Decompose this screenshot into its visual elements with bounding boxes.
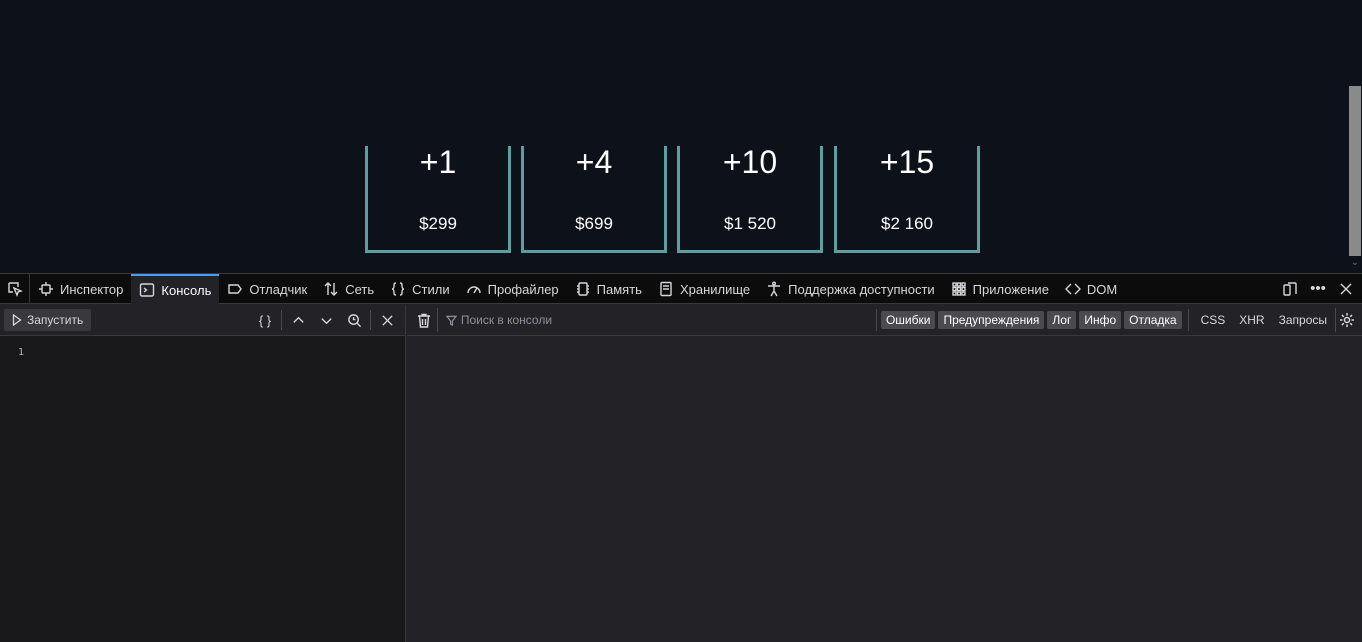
filter-requests[interactable]: Запросы: [1273, 313, 1333, 327]
extra-filters: CSS XHR Запросы: [1187, 309, 1333, 331]
filter-xhr[interactable]: XHR: [1233, 313, 1270, 327]
history-search-icon: [347, 313, 361, 327]
accessibility-icon: [768, 281, 781, 297]
history-next-button[interactable]: [312, 308, 340, 332]
card-amount: +15: [879, 144, 935, 180]
application-icon: [951, 282, 966, 296]
element-picker-button[interactable]: [0, 274, 30, 304]
pretty-print-button[interactable]: { }: [251, 308, 279, 332]
inspector-icon: [39, 282, 53, 296]
toolbar-right-actions: •••: [1278, 274, 1362, 303]
tab-label: Хранилище: [679, 281, 751, 297]
tab-label: Поддержка доступности: [788, 281, 935, 297]
filter-errors[interactable]: Ошибки: [880, 311, 936, 329]
pretty-print-icon: { }: [258, 312, 272, 328]
chevron-down-icon: [320, 317, 332, 324]
run-button[interactable]: Запустить: [4, 309, 92, 331]
tab-profiler[interactable]: Профайлер: [458, 274, 567, 304]
more-options-button[interactable]: •••: [1306, 277, 1330, 301]
more-options-icon: •••: [1310, 280, 1326, 297]
profiler-icon: [466, 286, 481, 294]
tab-dom[interactable]: DOM: [1057, 274, 1125, 304]
tab-style-editor[interactable]: Стили: [382, 274, 457, 304]
tab-label: Инспектор: [60, 281, 124, 297]
responsive-design-button[interactable]: [1278, 277, 1302, 301]
package-card-1[interactable]: +1 $299: [365, 146, 511, 253]
page-viewport: +1 $299 +4 $699 +10 $1 520 +15 $2 160 ⌄: [0, 0, 1362, 273]
filter-input[interactable]: [460, 313, 861, 327]
close-icon: [1340, 283, 1352, 294]
filter-info[interactable]: Инфо: [1079, 311, 1122, 329]
tab-label: DOM: [1086, 281, 1118, 297]
dom-icon: [1064, 283, 1081, 295]
card-amount: +1: [419, 144, 457, 180]
tab-label: Приложение: [972, 281, 1049, 297]
tab-label: Память: [596, 281, 642, 297]
page-scrollbar[interactable]: ⌄: [1348, 0, 1362, 273]
devtools-panel: Инспектор Консоль Отладчик Сеть Стили Пр…: [0, 273, 1362, 642]
trash-icon: [417, 313, 430, 328]
element-picker-icon: [7, 282, 23, 297]
card-price: $1 520: [724, 214, 776, 233]
reverse-search-button[interactable]: [340, 308, 368, 332]
tab-memory[interactable]: Память: [567, 274, 650, 304]
close-icon: [381, 314, 393, 326]
package-card-3[interactable]: +10 $1 520: [677, 146, 823, 253]
divider: [281, 310, 282, 330]
console-editor[interactable]: Запустить { } 1: [0, 305, 406, 642]
tab-label: Отладчик: [249, 281, 308, 297]
tab-console[interactable]: Консоль: [131, 274, 220, 304]
scrollbar-thumb[interactable]: [1349, 86, 1361, 256]
console-icon: [140, 283, 155, 297]
tab-label: Профайлер: [487, 281, 559, 297]
close-editor-button[interactable]: [373, 308, 401, 332]
card-amount: +10: [722, 144, 778, 180]
filter-icon: [445, 315, 457, 326]
card-amount: +4: [575, 144, 613, 180]
tab-storage[interactable]: Хранилище: [650, 274, 758, 304]
tab-network[interactable]: Сеть: [315, 274, 382, 304]
filter-warnings[interactable]: Предупреждения: [938, 311, 1045, 329]
console-settings-button[interactable]: [1335, 308, 1358, 332]
tab-label: Консоль: [161, 282, 212, 298]
card-price: $299: [419, 214, 457, 233]
package-card-4[interactable]: +15 $2 160: [834, 146, 980, 253]
style-editor-icon: [392, 282, 405, 296]
tab-inspector[interactable]: Инспектор: [30, 274, 131, 304]
filter-css[interactable]: CSS: [1195, 313, 1232, 327]
filter-debug[interactable]: Отладка: [1124, 311, 1182, 329]
chevron-up-icon: [292, 316, 304, 323]
network-icon: [324, 282, 338, 296]
log-level-filters: Ошибки Предупреждения Лог Инфо Отладка: [875, 309, 1182, 331]
tab-accessibility[interactable]: Поддержка доступности: [758, 274, 943, 304]
tab-application[interactable]: Приложение: [943, 274, 1057, 304]
filter-box: [445, 313, 876, 327]
line-number: 1: [18, 347, 25, 358]
clear-console-button[interactable]: [411, 308, 438, 332]
history-previous-button[interactable]: [284, 308, 312, 332]
gear-icon: [1340, 313, 1354, 327]
tab-debugger[interactable]: Отладчик: [219, 274, 315, 304]
editor-toolbar: Запустить { }: [0, 305, 405, 336]
tab-label: Стили: [412, 281, 450, 297]
responsive-design-icon: [1283, 281, 1297, 296]
console-output: Ошибки Предупреждения Лог Инфо Отладка C…: [407, 305, 1362, 642]
tab-label: Сеть: [345, 281, 375, 297]
scroll-down-arrow-icon[interactable]: ⌄: [1349, 257, 1361, 269]
card-price: $699: [575, 214, 613, 233]
output-toolbar: Ошибки Предупреждения Лог Инфо Отладка C…: [407, 305, 1362, 336]
card-price: $2 160: [881, 214, 933, 233]
filter-logs[interactable]: Лог: [1047, 311, 1077, 329]
divider: [370, 310, 371, 330]
play-icon: [12, 314, 22, 326]
run-label: Запустить: [27, 313, 84, 327]
debugger-icon: [228, 284, 243, 294]
package-card-2[interactable]: +4 $699: [521, 146, 667, 253]
close-devtools-button[interactable]: [1334, 277, 1358, 301]
storage-icon: [660, 281, 672, 297]
devtools-toolbar: Инспектор Консоль Отладчик Сеть Стили Пр…: [0, 274, 1362, 304]
memory-icon: [576, 282, 589, 296]
